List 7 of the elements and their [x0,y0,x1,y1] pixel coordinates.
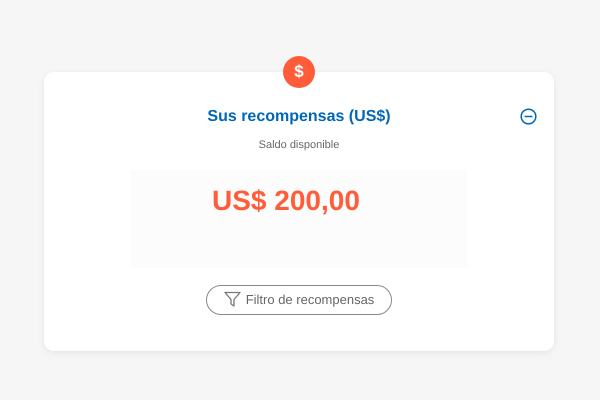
subtitle: Saldo disponible [258,138,340,153]
filter-button[interactable]: Filtro de recompensas [206,284,392,314]
filter-icon [224,291,241,308]
balance-amount: US$ 200,00 [212,184,360,218]
card-title: Sus recompensas (US$) [207,107,391,127]
dollar-badge: $ [283,56,315,88]
collapse-icon[interactable] [520,108,537,125]
